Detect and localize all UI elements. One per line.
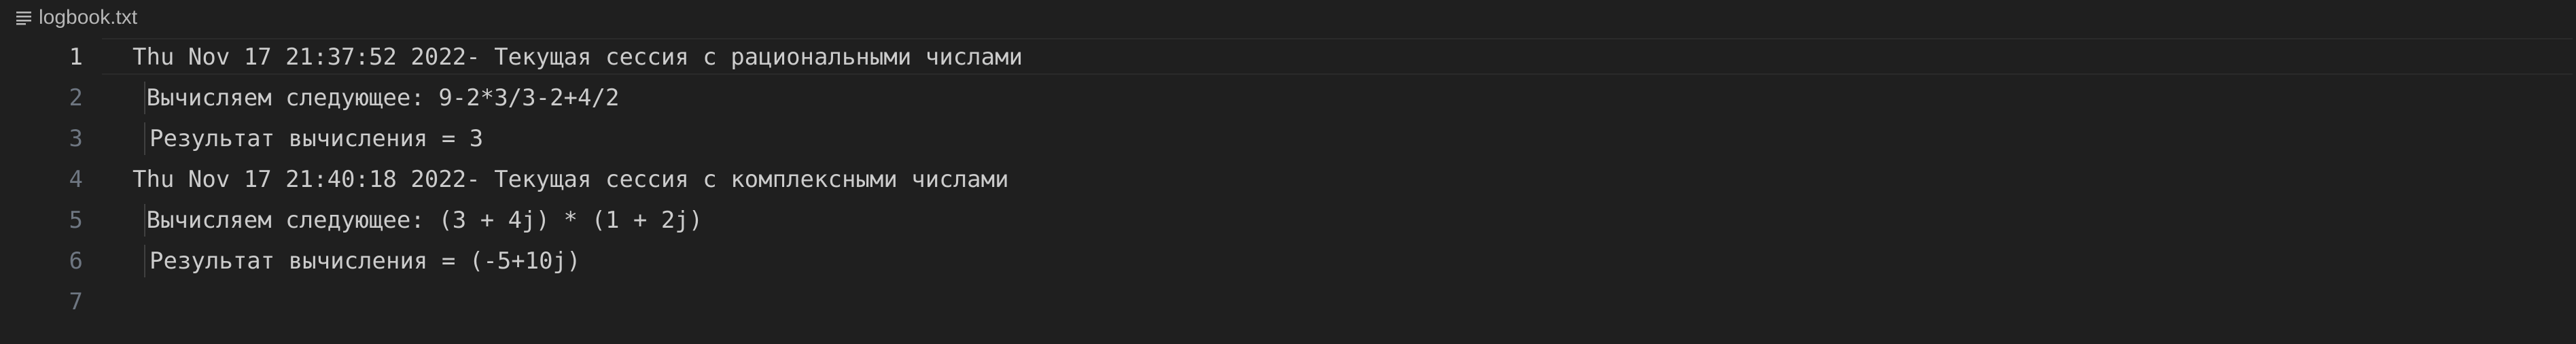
code-line-3[interactable]: 3 Результат вычисления = 3: [0, 118, 2576, 159]
code-line-2[interactable]: 2 Вычисляем следующее: 9-2*3/3-2+4/2: [0, 78, 2576, 118]
code-area[interactable]: 1 Thu Nov 17 21:37:52 2022- Текущая сесс…: [0, 37, 2576, 344]
breadcrumb-file-name[interactable]: logbook.txt: [39, 3, 137, 33]
text-lines-icon: [16, 10, 32, 25]
line-text[interactable]: Результат вычисления = (-5+10j): [149, 241, 581, 281]
line-text[interactable]: Thu Nov 17 21:40:18 2022- Текущая сессия…: [133, 159, 1009, 200]
line-number: 1: [69, 44, 83, 71]
code-line-7[interactable]: 7: [0, 281, 2576, 322]
text-editor[interactable]: logbook.txt 1 Thu Nov 17 21:37:52 2022- …: [0, 0, 2576, 344]
line-number: 6: [69, 247, 83, 275]
code-line-5[interactable]: 5 Вычисляем следующее: (3 + 4j) * (1 + 2…: [0, 200, 2576, 241]
line-number: 2: [69, 84, 83, 111]
indent-guide: [144, 122, 145, 155]
line-number: 5: [69, 207, 83, 234]
code-line-4[interactable]: 4 Thu Nov 17 21:40:18 2022- Текущая сесс…: [0, 159, 2576, 200]
breadcrumb: logbook.txt: [0, 0, 2576, 37]
indent-guide: [144, 245, 145, 277]
line-number: 4: [69, 166, 83, 193]
code-line-1[interactable]: 1 Thu Nov 17 21:37:52 2022- Текущая сесс…: [0, 37, 2576, 78]
line-text[interactable]: Вычисляем следующее: (3 + 4j) * (1 + 2j): [133, 200, 703, 241]
code-line-6[interactable]: 6 Результат вычисления = (-5+10j): [0, 241, 2576, 281]
line-text[interactable]: Вычисляем следующее: 9-2*3/3-2+4/2: [133, 78, 619, 118]
line-number: 3: [69, 125, 83, 152]
line-number: 7: [69, 288, 83, 315]
line-text[interactable]: Thu Nov 17 21:37:52 2022- Текущая сессия…: [133, 37, 1023, 78]
line-text[interactable]: Результат вычисления = 3: [149, 118, 483, 159]
